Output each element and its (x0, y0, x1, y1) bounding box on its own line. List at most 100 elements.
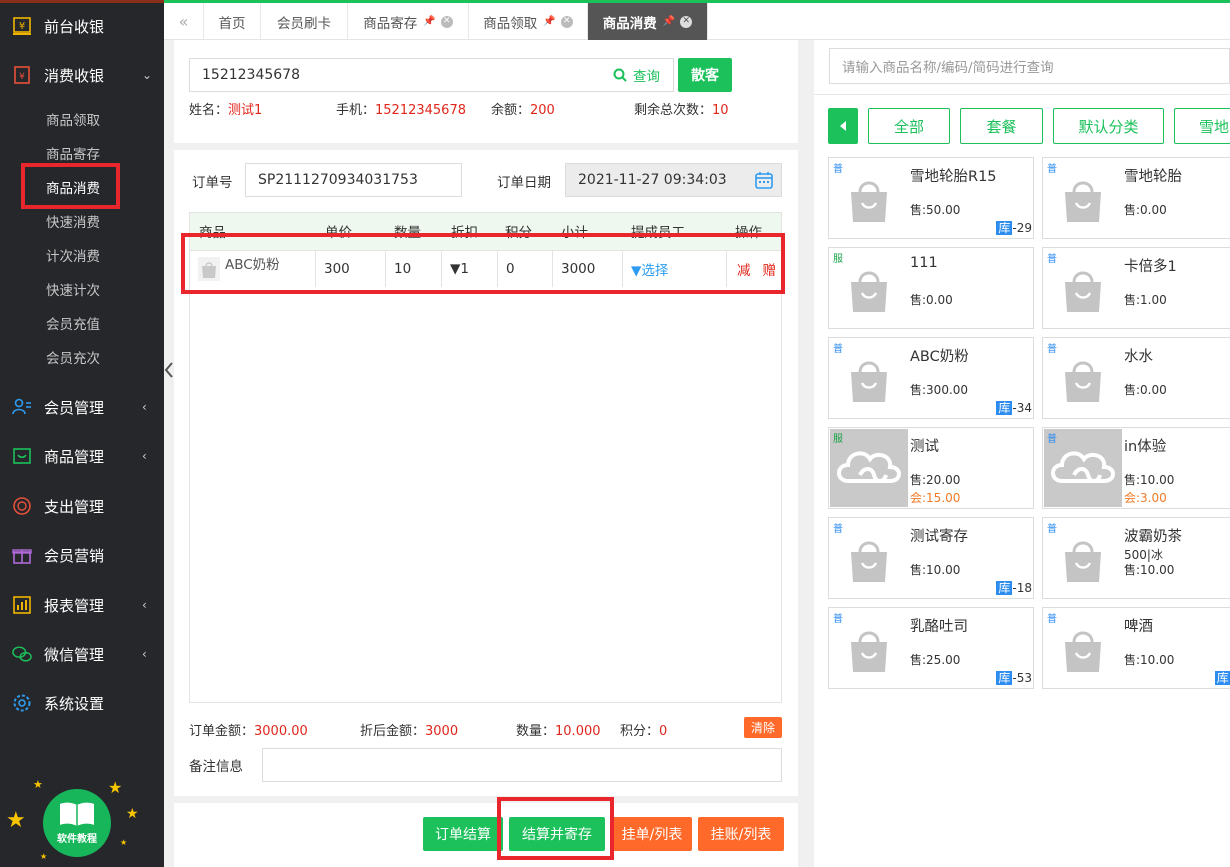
collapse-left-icon[interactable] (164, 360, 174, 380)
product-card[interactable]: 普in体验售:10.00会:3.00库 (1042, 427, 1230, 509)
product-card[interactable]: 普 啤酒售:10.00 库99 (1042, 607, 1230, 689)
sidebar-item-expense-mgmt[interactable]: 支出管理 (0, 486, 164, 526)
product-name: 波霸奶茶 (1124, 529, 1182, 545)
sidebar-subitem-receive[interactable]: 商品领取 (46, 109, 100, 129)
category-scroll-left-button[interactable] (828, 108, 858, 144)
product-card[interactable]: 普 测试寄存 售:10.00 库 -18 (828, 517, 1034, 599)
star-icon: ★ (33, 778, 43, 791)
clear-button[interactable]: 清除 (744, 717, 782, 738)
tab-deposit[interactable]: 商品寄存 📌 ✕ (348, 3, 469, 40)
tab-member-swipe[interactable]: 会员刷卡 (261, 3, 348, 40)
product-price: 售:0.00 (910, 293, 953, 307)
category-default[interactable]: 默认分类 (1053, 108, 1164, 144)
sidebar-item-marketing[interactable]: 会员营销 (0, 535, 164, 575)
wechat-icon (12, 644, 32, 664)
sidebar-subitem-count-consume[interactable]: 计次消费 (46, 245, 100, 265)
product-card[interactable]: 普 雪地轮胎R15 售:50.00 库 -29 (828, 157, 1034, 239)
sidebar-item-wechat[interactable]: 微信管理 ‹ (0, 634, 164, 674)
member-search-input[interactable]: 15212345678 (189, 58, 601, 92)
sidebar-subitem-quick-count[interactable]: 快速计次 (46, 279, 100, 299)
close-icon[interactable]: ✕ (440, 15, 453, 28)
tab-label: 首页 (218, 15, 246, 32)
order-no-label: 订单号 (192, 175, 233, 191)
total-points-value: 0 (659, 724, 668, 739)
member-balance: 余额：200 (491, 99, 555, 118)
sidebar-subitem-recharge[interactable]: 会员充值 (46, 313, 100, 333)
order-no-field[interactable]: SP2111270934031753 (245, 163, 462, 197)
stock-value: -34 (1012, 401, 1032, 415)
query-button[interactable]: 查询 (600, 58, 674, 92)
order-amount-label: 订单金额： (189, 724, 255, 739)
sidebar-item-label: 微信管理 (44, 645, 105, 664)
stock-badge: 库 (1214, 671, 1230, 685)
pin-icon[interactable]: 📌 (543, 16, 555, 27)
sidebar-item-reports[interactable]: 报表管理 ‹ (0, 585, 164, 625)
product-card[interactable]: 普 ABC奶粉 售:300.00 库 -34 (828, 337, 1034, 419)
product-card[interactable]: 服 111 售:0.00 (828, 247, 1034, 329)
tab-home[interactable]: 首页 (204, 3, 261, 40)
category-package[interactable]: 套餐 (960, 108, 1043, 144)
register-icon: ¥ (12, 65, 32, 85)
member-name: 姓名：测试1 (189, 99, 262, 118)
product-price: 售:25.00 (910, 653, 961, 667)
category-snow[interactable]: 雪地 (1174, 108, 1230, 144)
product-name: 卡倍多1 (1124, 259, 1177, 275)
gift-icon (12, 545, 32, 565)
svg-text:¥: ¥ (19, 72, 25, 82)
stock-badge: 库 (996, 221, 1013, 235)
tab-label: 商品领取 (483, 15, 538, 32)
member-name-label: 姓名： (189, 103, 229, 118)
chart-icon (12, 595, 32, 615)
tab-consume[interactable]: 商品消费 📌 ✕ (588, 3, 708, 40)
product-price: 售:10.00 (1124, 563, 1175, 577)
hang-account-button[interactable]: 挂账/列表 (698, 817, 784, 851)
product-price: 售:0.00 (1124, 383, 1167, 397)
sidebar-item-settings[interactable]: 系统设置 (0, 683, 164, 723)
sidebar-item-label: 会员营销 (44, 546, 105, 565)
product-name: 啤酒 (1124, 619, 1153, 635)
sidebar-item-member-mgmt[interactable]: 会员管理 ‹ (0, 387, 164, 427)
order-date-field[interactable]: 2021-11-27 09:34:03 (565, 163, 782, 197)
sidebar-item-label: 前台收银 (44, 17, 105, 36)
pin-icon[interactable]: 📌 (423, 16, 435, 27)
product-search-input[interactable]: 请输入商品名称/编码/简码进行查询 (829, 48, 1230, 84)
gear-icon (12, 693, 32, 713)
product-card[interactable]: 普波霸奶茶500|冰售:10.00库 (1042, 517, 1230, 599)
search-icon (613, 68, 627, 82)
walkin-button[interactable]: 散客 (678, 58, 732, 92)
product-card[interactable]: 普水水售:0.00库 (1042, 337, 1230, 419)
tab-receive[interactable]: 商品领取 📌 ✕ (469, 3, 588, 40)
product-card[interactable]: 普 乳酪吐司 售:25.00 库 -53 (828, 607, 1034, 689)
calendar-icon[interactable] (755, 171, 773, 189)
member-phone-value: 15212345678 (375, 103, 466, 118)
sidebar-subitem-quick-consume[interactable]: 快速消费 (46, 211, 100, 231)
remark-input[interactable] (262, 748, 782, 782)
category-all[interactable]: 全部 (868, 108, 950, 144)
close-icon[interactable]: ✕ (560, 15, 573, 28)
query-label: 查询 (633, 69, 660, 85)
sidebar-subitem-recharge-count[interactable]: 会员充次 (46, 347, 100, 367)
pin-icon[interactable]: 📌 (663, 16, 675, 27)
product-card[interactable]: 服 测试 售:20.00 会:15.00 (828, 427, 1034, 509)
checkout-button[interactable]: 订单结算 (423, 817, 503, 851)
product-stock: 库 -29 (996, 219, 1032, 236)
stock-badge: 库 (996, 671, 1013, 685)
double-chevron-left-icon[interactable]: « (164, 3, 204, 40)
sidebar-item-product-mgmt[interactable]: 商品管理 ‹ (0, 436, 164, 476)
hang-order-button[interactable]: 挂单/列表 (612, 817, 692, 851)
product-type-tag: 普 (833, 524, 843, 535)
product-card[interactable]: 普卡倍多1售:1.00库 (1042, 247, 1230, 329)
sidebar-item-label: 会员管理 (44, 398, 105, 417)
product-card[interactable]: 普雪地轮胎售:0.00库 (1042, 157, 1230, 239)
caret-left-icon (840, 121, 846, 131)
product-stock: 库 -18 (996, 579, 1032, 596)
product-price: 售:10.00 (1124, 653, 1175, 667)
sidebar-item-consume-cashier[interactable]: ¥ 消费收银 ⌄ (0, 55, 164, 95)
sidebar-subitem-deposit[interactable]: 商品寄存 (46, 143, 100, 163)
member-search-value: 15212345678 (202, 67, 300, 83)
tutorial-button[interactable]: 软件教程 (43, 789, 111, 857)
product-price: 售:10.00 (910, 563, 961, 577)
close-icon[interactable]: ✕ (680, 15, 693, 28)
sidebar-item-front-cashier[interactable]: ¥ 前台收银 (0, 6, 164, 46)
sidebar-item-label: 商品管理 (44, 447, 105, 466)
